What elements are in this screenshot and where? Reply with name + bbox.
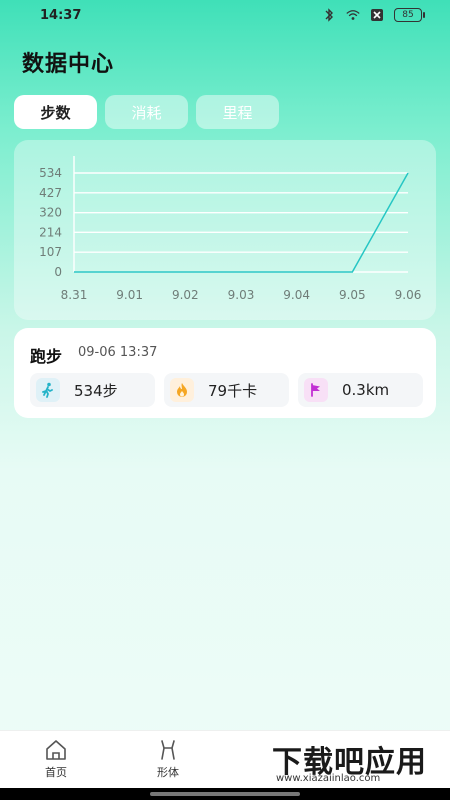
wifi-icon: [346, 8, 360, 22]
sim-off-icon: [370, 8, 384, 22]
record-time: 09-06 13:37: [78, 345, 158, 360]
status-bar: 14:37 85: [0, 0, 450, 32]
y-tick-label: 320: [39, 206, 62, 220]
stat-distance: 0.3km: [298, 373, 423, 407]
record-stats: 534步 79千卡 0.3km: [30, 373, 423, 407]
stat-steps: 534步: [30, 373, 155, 407]
stat-distance-value: 0.3km: [342, 381, 390, 399]
y-tick-label: 534: [39, 166, 62, 180]
nav-item-body[interactable]: 形体: [138, 739, 198, 780]
status-time: 14:37: [40, 8, 82, 23]
watermark-url: www.xiazaiinlao.com: [276, 773, 381, 784]
record-card[interactable]: 跑步 09-06 13:37 534步 79千卡 0.3km: [14, 328, 436, 418]
bluetooth-icon: [322, 8, 336, 22]
tab-steps[interactable]: 步数: [14, 95, 97, 129]
flame-icon: [170, 378, 194, 402]
gesture-pill[interactable]: [150, 792, 300, 796]
x-tick-label: 9.01: [116, 288, 143, 302]
y-tick-label: 107: [39, 245, 62, 259]
page-title: 数据中心: [22, 52, 115, 77]
nav-label-home: 首页: [45, 766, 67, 779]
flag-icon: [304, 378, 328, 402]
y-tick-label: 0: [54, 265, 62, 279]
steps-chart: 0 107 214 320 427 534 8.31 9.01 9.02 9.03 9.04 9.05…: [14, 140, 436, 320]
x-tick-label: 9.02: [172, 288, 199, 302]
y-tick-label: 427: [39, 186, 62, 200]
x-tick-label: 9.05: [339, 288, 366, 302]
x-tick-label: 9.06: [395, 288, 422, 302]
home-icon: [46, 740, 66, 760]
tab-distance[interactable]: 里程: [196, 95, 279, 129]
stat-steps-value: 534步: [74, 381, 118, 400]
body-icon: [161, 740, 175, 760]
y-tick-label: 214: [39, 225, 62, 239]
status-icons: 85: [322, 8, 425, 22]
stat-calories-value: 79千卡: [208, 381, 258, 400]
x-tick-label: 9.04: [283, 288, 310, 302]
x-tick-label: 9.03: [228, 288, 255, 302]
nav-item-home[interactable]: 首页: [26, 739, 86, 780]
tab-calories[interactable]: 消耗: [105, 95, 188, 129]
stat-calories: 79千卡: [164, 373, 289, 407]
tab-bar: 步数 消耗 里程: [14, 95, 279, 129]
series-line: [74, 172, 409, 273]
record-title: 跑步: [30, 347, 63, 366]
watermark-logo: 下载吧应用 www.xiazaiinlao.com: [266, 737, 446, 787]
chart-svg: 0 107 214 320 427 534 8.31 9.01 9.02 9.03 9.04 9.05…: [39, 156, 422, 302]
nav-label-body: 形体: [157, 766, 179, 779]
gesture-bar: [0, 788, 450, 800]
x-tick-label: 8.31: [61, 288, 88, 302]
running-person-icon: [36, 378, 60, 402]
battery-icon: 85: [394, 8, 425, 22]
